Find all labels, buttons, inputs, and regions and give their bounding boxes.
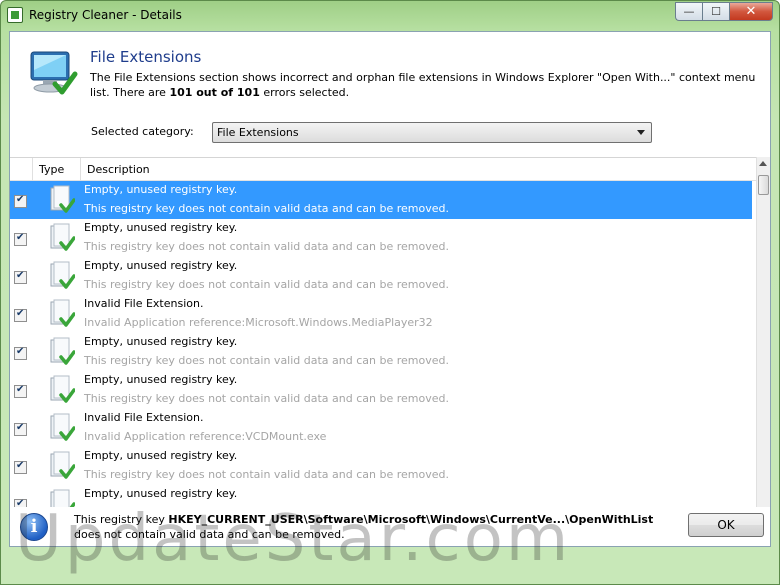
row-detail: This registry key does not contain valid… xyxy=(84,202,449,215)
row-detail: This registry key does not contain valid… xyxy=(84,354,449,367)
section-description: The File Extensions section shows incorr… xyxy=(90,71,756,99)
list-row[interactable]: Invalid File Extension. Invalid Applicati… xyxy=(10,295,756,333)
column-header-description[interactable]: Description xyxy=(87,163,150,176)
row-checkbox[interactable] xyxy=(14,194,27,208)
row-detail: Invalid Application reference:VCDMount.e… xyxy=(84,430,327,443)
column-header-type[interactable]: Type xyxy=(39,163,64,176)
row-detail: This registry key does not contain valid… xyxy=(84,392,449,405)
row-title: Invalid File Extension. xyxy=(84,297,204,310)
list-row[interactable]: Empty, unused registry key.This registry… xyxy=(10,485,756,507)
registry-key-icon xyxy=(47,337,76,367)
row-checkbox[interactable] xyxy=(14,270,27,284)
window-title: Registry Cleaner - Details xyxy=(29,8,182,22)
status-message: This registry key HKEY_CURRENT_USER\Soft… xyxy=(74,513,654,541)
registry-cleaner-details-window: Registry Cleaner - Details — ☐ ✕ File Ex… xyxy=(0,0,780,585)
category-label: Selected category: xyxy=(91,125,194,138)
row-detail: This registry key does not contain valid… xyxy=(84,240,449,253)
row-title: Empty, unused registry key. xyxy=(84,373,238,386)
row-checkbox[interactable] xyxy=(14,308,27,322)
category-selected-value: File Extensions xyxy=(217,126,299,139)
row-checkbox[interactable] xyxy=(14,384,27,398)
row-checkbox[interactable] xyxy=(14,422,27,436)
list-row[interactable]: Empty, unused registry key. This registry… xyxy=(10,257,756,295)
registry-key-icon xyxy=(47,375,76,405)
registry-key-icon xyxy=(47,261,76,291)
registry-key-icon xyxy=(47,223,76,253)
list-row[interactable]: Empty, unused registry key. This registry… xyxy=(10,333,756,371)
row-detail: This registry key does not contain valid… xyxy=(84,278,449,291)
computer-check-icon xyxy=(30,51,78,95)
registry-key-icon xyxy=(47,299,76,329)
status-footer: i This registry key HKEY_CURRENT_USER\So… xyxy=(10,507,770,547)
registry-key-icon xyxy=(47,185,76,215)
list-row[interactable]: Empty, unused registry key. This registry… xyxy=(10,219,756,257)
list-rows: Empty, unused registry key. This registry… xyxy=(10,181,756,507)
row-title: Empty, unused registry key. xyxy=(84,221,238,234)
registry-key-icon xyxy=(47,413,76,443)
section-title: File Extensions xyxy=(90,48,202,66)
list-header: Type Description xyxy=(10,157,756,181)
list-row[interactable]: Empty, unused registry key. This registry… xyxy=(10,447,756,485)
scroll-up-arrow-icon[interactable] xyxy=(759,161,767,166)
scrollbar-thumb[interactable] xyxy=(758,175,769,195)
row-title: Empty, unused registry key. xyxy=(84,259,238,272)
row-checkbox[interactable] xyxy=(14,232,27,246)
column-separator[interactable] xyxy=(80,158,81,181)
column-separator xyxy=(32,158,33,181)
list-row[interactable]: Empty, unused registry key. This registry… xyxy=(10,181,756,219)
title-bar[interactable]: Registry Cleaner - Details — ☐ ✕ xyxy=(1,1,779,31)
ok-button[interactable]: OK xyxy=(688,513,764,537)
results-list[interactable]: Type Description Empty, unused registry … xyxy=(10,157,770,507)
list-row[interactable]: Invalid File Extension. Invalid Applicati… xyxy=(10,409,756,447)
list-row[interactable]: Empty, unused registry key. This registry… xyxy=(10,371,756,409)
row-title: Empty, unused registry key. xyxy=(84,487,238,500)
row-title: Empty, unused registry key. xyxy=(84,183,238,196)
maximize-button[interactable]: ☐ xyxy=(702,2,729,21)
vertical-scrollbar[interactable] xyxy=(756,157,770,507)
dialog-client-area: File Extensions The File Extensions sect… xyxy=(9,31,771,547)
registry-key-icon xyxy=(47,489,76,507)
category-dropdown[interactable]: File Extensions xyxy=(212,122,652,143)
row-detail: This registry key does not contain valid… xyxy=(84,468,449,481)
row-title: Invalid File Extension. xyxy=(84,411,204,424)
row-checkbox[interactable] xyxy=(14,346,27,360)
row-checkbox[interactable] xyxy=(14,498,27,507)
row-detail: Invalid Application reference:Microsoft.… xyxy=(84,316,433,329)
app-icon xyxy=(7,7,23,23)
registry-key-icon xyxy=(47,451,76,481)
minimize-button[interactable]: — xyxy=(675,2,702,21)
info-icon: i xyxy=(20,513,48,541)
chevron-down-icon xyxy=(637,130,645,135)
close-button[interactable]: ✕ xyxy=(729,2,773,21)
row-checkbox[interactable] xyxy=(14,460,27,474)
row-title: Empty, unused registry key. xyxy=(84,449,238,462)
caption-buttons: — ☐ ✕ xyxy=(675,2,773,21)
row-title: Empty, unused registry key. xyxy=(84,335,238,348)
